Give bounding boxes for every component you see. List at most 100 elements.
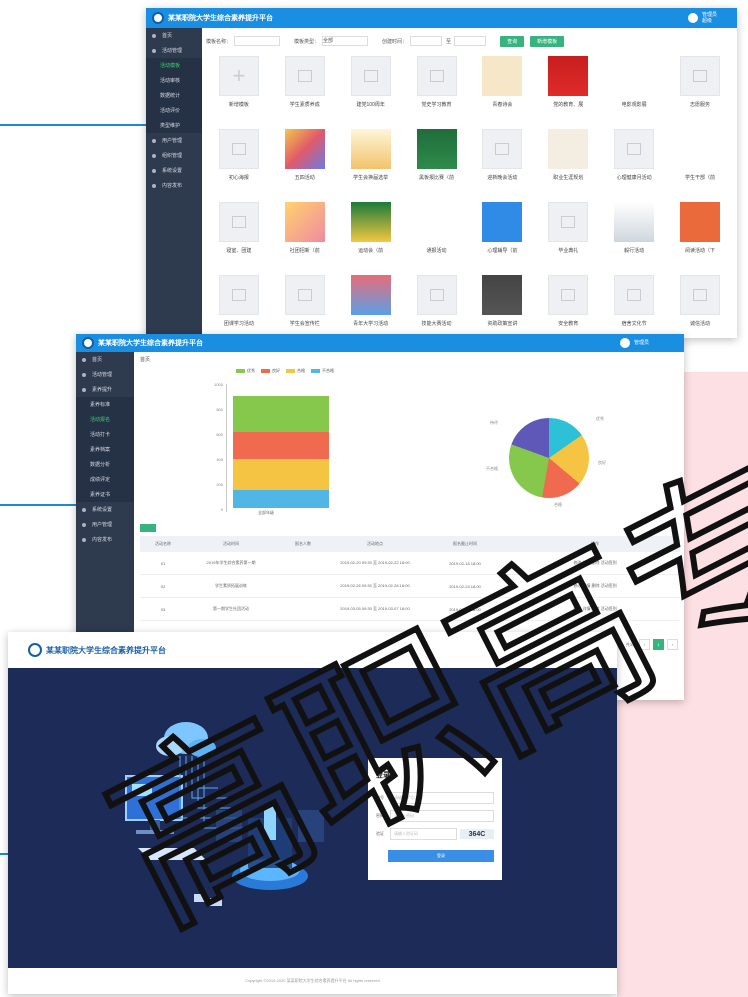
- template-thumbnail[interactable]: [350, 275, 391, 315]
- sidebar-item[interactable]: 系统设置: [146, 163, 202, 178]
- sidebar-item[interactable]: 内容发布: [76, 532, 134, 547]
- template-card[interactable]: + 新增模板: [206, 56, 272, 119]
- template-thumbnail[interactable]: [482, 202, 523, 242]
- template-card[interactable]: 学生会宣传栏: [272, 275, 338, 338]
- template-thumbnail[interactable]: [284, 129, 325, 169]
- template-card[interactable]: 团课学习活动: [206, 275, 272, 338]
- template-card[interactable]: 阅读活动（下: [667, 202, 733, 265]
- template-card[interactable]: 职业生涯规划: [535, 129, 601, 192]
- add-template-button[interactable]: 新增模板: [530, 35, 565, 47]
- template-thumbnail[interactable]: [548, 275, 589, 315]
- template-card[interactable]: 志愿服务: [667, 56, 733, 119]
- template-thumbnail[interactable]: [218, 129, 259, 169]
- start-date-input[interactable]: [410, 36, 443, 46]
- end-date-input[interactable]: [454, 36, 487, 46]
- template-thumbnail[interactable]: [218, 202, 259, 242]
- template-thumbnail[interactable]: [680, 202, 721, 242]
- template-card[interactable]: 心理辅导（前: [470, 202, 536, 265]
- template-thumbnail[interactable]: [482, 56, 523, 96]
- captcha-image[interactable]: 364C: [460, 829, 494, 839]
- template-name-input[interactable]: [234, 36, 281, 46]
- template-thumbnail[interactable]: [284, 202, 325, 242]
- template-thumbnail[interactable]: [548, 202, 589, 242]
- template-thumbnail[interactable]: [350, 56, 391, 96]
- add-button[interactable]: [140, 524, 156, 532]
- template-card[interactable]: 迎新晚会活动: [470, 129, 536, 192]
- template-card[interactable]: 初心海报: [206, 129, 272, 192]
- template-card[interactable]: 青年大学习活动: [338, 275, 404, 338]
- template-card[interactable]: 毅行活动: [601, 202, 667, 265]
- template-thumbnail[interactable]: [614, 202, 655, 242]
- template-thumbnail[interactable]: +: [218, 56, 259, 96]
- template-thumbnail[interactable]: [416, 129, 457, 169]
- template-thumbnail[interactable]: [548, 129, 589, 169]
- sidebar-item[interactable]: 素养标准: [76, 397, 134, 412]
- sidebar-item[interactable]: 活动审核: [146, 73, 202, 88]
- template-card[interactable]: 诚信活动: [667, 275, 733, 338]
- template-card[interactable]: 心理健康月活动: [601, 129, 667, 192]
- template-card[interactable]: 党的教育、展: [535, 56, 601, 119]
- sidebar-item[interactable]: 用户管理: [76, 517, 134, 532]
- template-card[interactable]: 学生素质养成: [272, 56, 338, 119]
- sidebar-item[interactable]: 素养档案: [76, 442, 134, 457]
- template-thumbnail[interactable]: [416, 202, 457, 242]
- template-thumbnail[interactable]: [680, 129, 721, 169]
- account-input[interactable]: 请输入学号/工号: [390, 792, 494, 804]
- template-thumbnail[interactable]: [482, 129, 523, 169]
- sidebar-item[interactable]: 数据分析: [76, 457, 134, 472]
- template-card[interactable]: 青春诗会: [470, 56, 536, 119]
- template-thumbnail[interactable]: [614, 275, 655, 315]
- sidebar-item[interactable]: 类型维护: [146, 118, 202, 133]
- next-page-button[interactable]: ›: [667, 639, 678, 650]
- template-thumbnail[interactable]: [614, 129, 655, 169]
- template-thumbnail[interactable]: [284, 275, 325, 315]
- template-card[interactable]: 安全教育: [535, 275, 601, 338]
- template-thumbnail[interactable]: [614, 56, 655, 96]
- template-card[interactable]: 毕业典礼: [535, 202, 601, 265]
- template-card[interactable]: 电影观影展: [601, 56, 667, 119]
- template-card[interactable]: 学生会换届选举: [338, 129, 404, 192]
- avatar[interactable]: [688, 13, 698, 23]
- sidebar-item[interactable]: 素养证书: [76, 487, 134, 502]
- sidebar-item[interactable]: 数据统计: [146, 88, 202, 103]
- template-card[interactable]: 学生干部（前: [667, 129, 733, 192]
- template-card[interactable]: 通报活动: [404, 202, 470, 265]
- sidebar-item[interactable]: 活动报名: [76, 412, 134, 427]
- sidebar-item[interactable]: 首页: [146, 28, 202, 43]
- sidebar-item[interactable]: 成绩评定: [76, 472, 134, 487]
- row-actions[interactable]: 修改 详情 删除 活动签到: [510, 560, 680, 566]
- template-thumbnail[interactable]: [350, 129, 391, 169]
- sidebar-item[interactable]: 活动打卡: [76, 427, 134, 442]
- row-actions[interactable]: 修改 详情 删除 活动签到: [510, 583, 680, 589]
- template-type-select[interactable]: 全部: [322, 36, 369, 46]
- login-button[interactable]: 登录: [388, 850, 494, 862]
- template-card[interactable]: 运动会（前: [338, 202, 404, 265]
- template-thumbnail[interactable]: [680, 56, 721, 96]
- template-card[interactable]: 党史学习教育: [404, 56, 470, 119]
- template-card[interactable]: 寝室、团建: [206, 202, 272, 265]
- sidebar-item[interactable]: 素养提升: [76, 382, 134, 397]
- avatar[interactable]: [620, 338, 630, 348]
- template-thumbnail[interactable]: [284, 56, 325, 96]
- sidebar-item[interactable]: 活动管理: [146, 43, 202, 58]
- template-card[interactable]: 技能大赛活动: [404, 275, 470, 338]
- captcha-input[interactable]: 请输入验证码: [390, 828, 457, 840]
- sidebar-item[interactable]: 组织管理: [146, 148, 202, 163]
- search-button[interactable]: 查询: [500, 35, 525, 47]
- template-thumbnail[interactable]: [416, 275, 457, 315]
- template-thumbnail[interactable]: [350, 202, 391, 242]
- sidebar-item[interactable]: 系统设置: [76, 502, 134, 517]
- page-button[interactable]: 1: [653, 639, 664, 650]
- template-thumbnail[interactable]: [548, 56, 589, 96]
- row-actions[interactable]: 修改 详情 删除 活动签到: [510, 606, 680, 612]
- sidebar-item[interactable]: 活动评价: [146, 103, 202, 118]
- template-card[interactable]: 五四活动: [272, 129, 338, 192]
- template-card[interactable]: 宿舍文化节: [601, 275, 667, 338]
- sidebar-item[interactable]: 活动管理: [76, 367, 134, 382]
- prev-page-button[interactable]: ‹: [639, 639, 650, 650]
- sidebar-item[interactable]: 内容发布: [146, 178, 202, 193]
- template-card[interactable]: 黑板报比赛（前: [404, 129, 470, 192]
- template-card[interactable]: 建党100周年: [338, 56, 404, 119]
- password-input[interactable]: 请输入密码: [390, 810, 494, 822]
- sidebar-item[interactable]: 活动模板: [146, 58, 202, 73]
